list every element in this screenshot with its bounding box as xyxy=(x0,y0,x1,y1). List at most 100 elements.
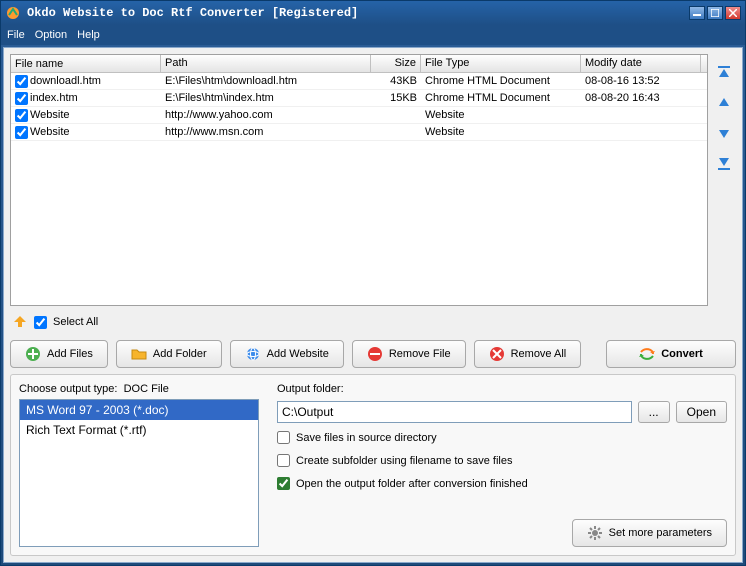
row-size: 15KB xyxy=(371,91,421,105)
move-down-button[interactable] xyxy=(715,124,733,142)
remove-all-label: Remove All xyxy=(511,348,567,360)
add-files-button[interactable]: Add Files xyxy=(10,340,108,368)
row-path: E:\Files\htm\downloadl.htm xyxy=(161,74,371,88)
main-window: Okdo Website to Doc Rtf Converter [Regis… xyxy=(0,0,746,566)
app-icon xyxy=(5,5,21,21)
row-date xyxy=(581,131,701,133)
minus-icon xyxy=(367,346,383,362)
add-files-label: Add Files xyxy=(47,348,93,360)
table-row[interactable]: Website http://www.yahoo.com Website xyxy=(11,107,707,124)
row-path: E:\Files\htm\index.htm xyxy=(161,91,371,105)
convert-icon xyxy=(639,346,655,362)
output-type-panel: Choose output type: DOC File MS Word 97 … xyxy=(19,383,259,547)
row-filename: Website xyxy=(30,109,70,121)
titlebar: Okdo Website to Doc Rtf Converter [Regis… xyxy=(1,1,745,25)
grid-header: File name Path Size File Type Modify dat… xyxy=(11,55,707,73)
row-checkbox[interactable] xyxy=(15,75,28,88)
add-folder-label: Add Folder xyxy=(153,348,207,360)
row-date: 08-08-20 16:43 xyxy=(581,91,701,105)
table-row[interactable]: index.htm E:\Files\htm\index.htm15KBChrom… xyxy=(11,90,707,107)
row-type: Website xyxy=(421,125,581,139)
output-type-list[interactable]: MS Word 97 - 2003 (*.doc)Rich Text Forma… xyxy=(19,399,259,547)
remove-file-button[interactable]: Remove File xyxy=(352,340,466,368)
set-more-parameters-button[interactable]: Set more parameters xyxy=(572,519,727,547)
open-after-label[interactable]: Open the output folder after conversion … xyxy=(296,478,528,490)
add-folder-button[interactable]: Add Folder xyxy=(116,340,222,368)
create-subfolder-row: Create subfolder using filename to save … xyxy=(277,452,727,469)
up-folder-icon[interactable] xyxy=(12,314,28,330)
convert-button[interactable]: Convert xyxy=(606,340,736,368)
create-subfolder-label[interactable]: Create subfolder using filename to save … xyxy=(296,455,512,467)
close-button[interactable] xyxy=(725,6,741,20)
client-area: File name Path Size File Type Modify dat… xyxy=(3,47,743,563)
row-filename: index.htm xyxy=(30,92,78,104)
row-size: 43KB xyxy=(371,74,421,88)
row-filename: Website xyxy=(30,126,70,138)
menu-option[interactable]: Option xyxy=(35,29,67,41)
row-type: Chrome HTML Document xyxy=(421,74,581,88)
menu-help[interactable]: Help xyxy=(77,29,100,41)
main-toolbar: Add Files Add Folder Add Website Remove … xyxy=(10,338,736,370)
output-type-item[interactable]: MS Word 97 - 2003 (*.doc) xyxy=(20,400,258,420)
row-path: http://www.yahoo.com xyxy=(161,108,371,122)
plus-icon xyxy=(25,346,41,362)
gear-icon xyxy=(587,525,603,541)
table-row[interactable]: downloadl.htm E:\Files\htm\downloadl.htm4… xyxy=(11,73,707,90)
row-size xyxy=(371,131,421,133)
column-header-size[interactable]: Size xyxy=(371,55,421,72)
remove-all-button[interactable]: Remove All xyxy=(474,340,582,368)
output-folder-label: Output folder: xyxy=(277,383,727,395)
add-website-button[interactable]: Add Website xyxy=(230,340,344,368)
select-all-label[interactable]: Select All xyxy=(53,316,98,328)
x-icon xyxy=(489,346,505,362)
save-in-source-checkbox[interactable] xyxy=(277,431,290,444)
open-after-checkbox[interactable] xyxy=(277,477,290,490)
save-in-source-row: Save files in source directory xyxy=(277,429,727,446)
set-more-parameters-label: Set more parameters xyxy=(609,527,712,539)
window-title: Okdo Website to Doc Rtf Converter [Regis… xyxy=(27,6,689,20)
output-folder-input[interactable] xyxy=(277,401,632,423)
move-up-button[interactable] xyxy=(715,94,733,112)
move-top-button[interactable] xyxy=(715,64,733,82)
column-header-name[interactable]: File name xyxy=(11,55,161,72)
row-checkbox[interactable] xyxy=(15,126,28,139)
open-folder-button[interactable]: Open xyxy=(676,401,727,423)
save-in-source-label[interactable]: Save files in source directory xyxy=(296,432,437,444)
output-type-item[interactable]: Rich Text Format (*.rtf) xyxy=(20,420,258,440)
browse-button[interactable]: ... xyxy=(638,401,670,423)
output-type-value: DOC File xyxy=(124,383,169,395)
row-filename: downloadl.htm xyxy=(30,75,101,87)
add-website-label: Add Website xyxy=(267,348,329,360)
row-checkbox[interactable] xyxy=(15,92,28,105)
convert-label: Convert xyxy=(661,348,703,360)
filegrid-wrap: File name Path Size File Type Modify dat… xyxy=(10,54,736,306)
select-all-row: Select All xyxy=(10,310,736,334)
move-bottom-button[interactable] xyxy=(715,154,733,172)
column-header-path[interactable]: Path xyxy=(161,55,371,72)
menu-file[interactable]: File xyxy=(7,29,25,41)
create-subfolder-checkbox[interactable] xyxy=(277,454,290,467)
row-path: http://www.msn.com xyxy=(161,125,371,139)
row-date xyxy=(581,114,701,116)
grid-body: downloadl.htm E:\Files\htm\downloadl.htm4… xyxy=(11,73,707,305)
select-all-checkbox[interactable] xyxy=(34,316,47,329)
reorder-arrows xyxy=(712,54,736,306)
open-after-row: Open the output folder after conversion … xyxy=(277,475,727,492)
output-options-panel: Output folder: ... Open Save files in so… xyxy=(277,383,727,547)
row-checkbox[interactable] xyxy=(15,109,28,122)
column-header-date[interactable]: Modify date xyxy=(581,55,701,72)
table-row[interactable]: Website http://www.msn.com Website xyxy=(11,124,707,141)
output-type-prefix: Choose output type: xyxy=(19,383,117,395)
column-header-type[interactable]: File Type xyxy=(421,55,581,72)
row-type: Website xyxy=(421,108,581,122)
output-folder-row: ... Open xyxy=(277,401,727,423)
row-type: Chrome HTML Document xyxy=(421,91,581,105)
output-type-label: Choose output type: DOC File xyxy=(19,383,259,395)
row-size xyxy=(371,114,421,116)
maximize-button[interactable] xyxy=(707,6,723,20)
globe-icon xyxy=(245,346,261,362)
file-grid: File name Path Size File Type Modify dat… xyxy=(10,54,708,306)
minimize-button[interactable] xyxy=(689,6,705,20)
remove-file-label: Remove File xyxy=(389,348,451,360)
params-row: Set more parameters xyxy=(277,519,727,547)
